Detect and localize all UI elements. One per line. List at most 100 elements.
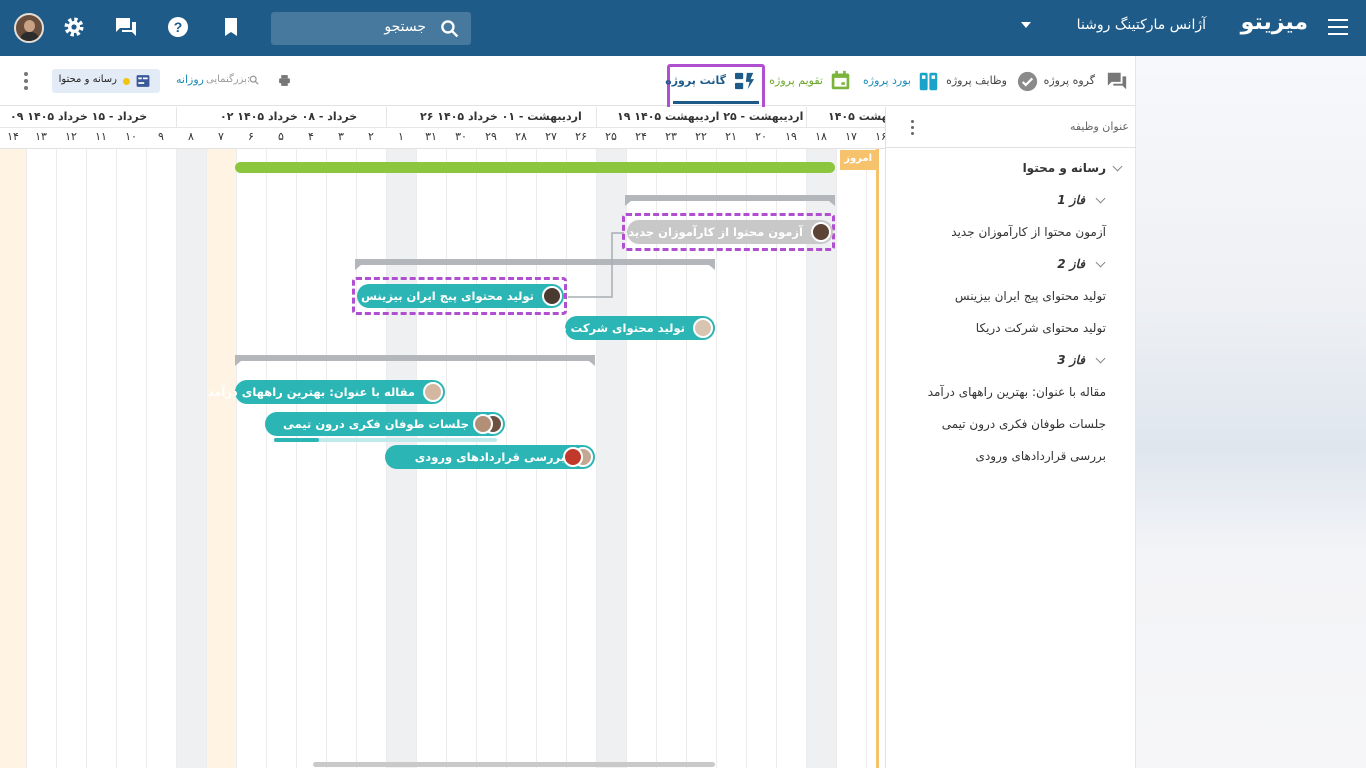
avatar <box>693 318 713 338</box>
gear-icon[interactable] <box>62 15 86 39</box>
day-label: ۱۸ <box>815 130 827 143</box>
search-icon[interactable] <box>440 19 459 38</box>
chevron-down-icon[interactable] <box>1112 161 1123 172</box>
task-list-header: عنوان وظیفه <box>886 107 1136 148</box>
avatar <box>542 286 562 306</box>
day-label: ۱۹ <box>785 130 797 143</box>
zoom-label: بزرگنمایی: <box>206 74 251 85</box>
day-label: ۶ <box>248 130 254 143</box>
day-label: ۱۰ <box>125 130 137 143</box>
group-filter-chip[interactable]: رسانه و محتوا <box>52 69 160 93</box>
search-input[interactable]: جستجو <box>271 12 471 45</box>
day-label: ۳ <box>338 130 344 143</box>
task-bar[interactable]: آزمون محتوا از کارآموزان جدید <box>627 220 833 244</box>
zoom-icon <box>249 75 259 85</box>
grid-line <box>266 149 267 768</box>
tab-project-group-label[interactable]: گروه پروژه <box>1044 74 1095 87</box>
day-label: ۴ <box>308 130 314 143</box>
phase-summary-bar-1[interactable] <box>625 195 835 206</box>
chip-label: رسانه و محتوا <box>58 74 117 85</box>
more-options-icon[interactable] <box>911 120 915 136</box>
task-row[interactable]: تولید محتوای شرکت دریکا <box>976 321 1106 335</box>
calendar-icon[interactable] <box>830 70 851 91</box>
user-avatar[interactable] <box>14 13 44 43</box>
day-label: ۲۲ <box>695 130 707 143</box>
print-icon[interactable] <box>278 74 291 87</box>
grid-line <box>356 149 357 768</box>
grid-line <box>176 149 177 768</box>
task-row[interactable]: مقاله با عنوان: بهترین راههای درآمد <box>928 385 1106 399</box>
tab-project-calendar-label[interactable]: تقویم پروژه <box>769 74 823 87</box>
task-row[interactable]: جلسات طوفان فکری درون تیمی <box>942 417 1106 431</box>
task-bar[interactable]: تولید محتوای پیج ایران بیزینس <box>357 284 564 308</box>
chip-color-dot <box>123 78 130 85</box>
group-row-media[interactable]: رسانه و محتوا <box>1023 161 1106 175</box>
today-label: امروز <box>844 153 872 164</box>
menu-icon[interactable] <box>1328 19 1348 35</box>
avatar <box>563 447 583 467</box>
grid-line <box>146 149 147 768</box>
day-label: ۱۷ <box>845 130 857 143</box>
grid-line <box>236 149 237 768</box>
tab-project-tasks-label[interactable]: وظایف پروژه <box>946 74 1007 87</box>
app-window: میزیتو آژانس مارکتینگ روشنا جستجو ? گروه… <box>0 0 1366 768</box>
phase-row-3[interactable]: فاز 3 <box>1057 353 1085 367</box>
day-label: ۲۴ <box>635 130 647 143</box>
phase-summary-bar-3[interactable] <box>235 355 595 366</box>
day-label: ۳۰ <box>455 130 467 143</box>
grid-line <box>56 149 57 768</box>
grid-line <box>836 149 837 768</box>
brand-logo[interactable]: میزیتو <box>1241 10 1308 35</box>
list-icon <box>136 75 150 87</box>
chat-icon[interactable] <box>1106 70 1128 92</box>
task-bar[interactable]: جلسات طوفان فکری درون تیمی <box>265 412 505 436</box>
weekend-column <box>206 149 236 768</box>
task-title-header: عنوان وظیفه <box>1069 120 1129 133</box>
org-selector[interactable]: آژانس مارکتینگ روشنا <box>1077 17 1206 33</box>
avatar <box>811 222 831 242</box>
day-label: ۱۳ <box>35 130 47 143</box>
chevron-down-icon[interactable] <box>1095 353 1106 364</box>
day-label: ۸ <box>188 130 194 143</box>
task-bar[interactable]: مقاله با عنوان: بهترین راههای درآمد <box>208 380 445 404</box>
horizontal-scrollbar[interactable] <box>313 762 715 767</box>
day-label: ۱۱ <box>95 130 107 143</box>
today-marker: امروز <box>840 150 878 170</box>
grid-line <box>86 149 87 768</box>
task-row[interactable]: تولید محتوای پیج ایران بیزینس <box>955 289 1106 303</box>
chevron-down-icon[interactable] <box>1095 257 1106 268</box>
task-bar[interactable]: بررسی قراردادهای ورودی <box>385 445 595 469</box>
task-bar[interactable]: تولید محتوای شرکت در <box>565 316 715 340</box>
day-label: ۲۱ <box>725 130 737 143</box>
tab-gantt-label[interactable]: گانت پروژه <box>665 74 726 87</box>
chat-icon[interactable] <box>114 15 138 39</box>
task-bar-label: آزمون محتوا از کارآموزان جدید <box>628 225 803 239</box>
day-label: ۲۰ <box>755 130 767 143</box>
grid-line <box>296 149 297 768</box>
phase-row-1[interactable]: فاز 1 <box>1057 193 1085 207</box>
phase-summary-bar-2[interactable] <box>355 259 715 270</box>
board-icon[interactable] <box>918 71 939 92</box>
svg-text:?: ? <box>174 19 183 35</box>
gantt-chart: ۰۹ خرداد - ۱۵ خرداد ۱۴۰۵ ۰۲ خرداد - ۰۸ خ… <box>0 107 885 768</box>
tab-project-board-label[interactable]: بورد پروژه <box>863 74 911 87</box>
gantt-icon[interactable] <box>734 71 756 91</box>
task-bar-label: بررسی قراردادهای ورودی <box>414 450 565 464</box>
phase-row-2[interactable]: فاز 2 <box>1057 257 1085 271</box>
help-icon[interactable]: ? <box>166 15 190 39</box>
chevron-down-icon[interactable] <box>1095 193 1106 204</box>
group-summary-bar[interactable] <box>235 162 835 173</box>
more-options-icon[interactable] <box>24 72 28 90</box>
bookmark-icon[interactable] <box>219 15 243 39</box>
week-label: ۰۹ خرداد - ۱۵ خرداد ۱۴۰۵ <box>10 110 148 123</box>
check-circle-icon[interactable] <box>1017 71 1038 92</box>
chevron-down-icon[interactable] <box>1021 22 1031 28</box>
top-navbar: میزیتو آژانس مارکتینگ روشنا جستجو ? <box>0 0 1366 56</box>
task-bar-label: مقاله با عنوان: بهترین راههای درآمد <box>207 385 415 399</box>
zoom-select[interactable]: روزانه <box>176 73 204 86</box>
task-row[interactable]: آزمون محتوا از کارآموزان جدید <box>951 225 1106 239</box>
day-label: ۲۶ <box>575 130 587 143</box>
day-label: ۱ <box>398 130 404 143</box>
avatar <box>473 414 493 434</box>
task-row[interactable]: بررسی قراردادهای ورودی <box>976 449 1106 463</box>
